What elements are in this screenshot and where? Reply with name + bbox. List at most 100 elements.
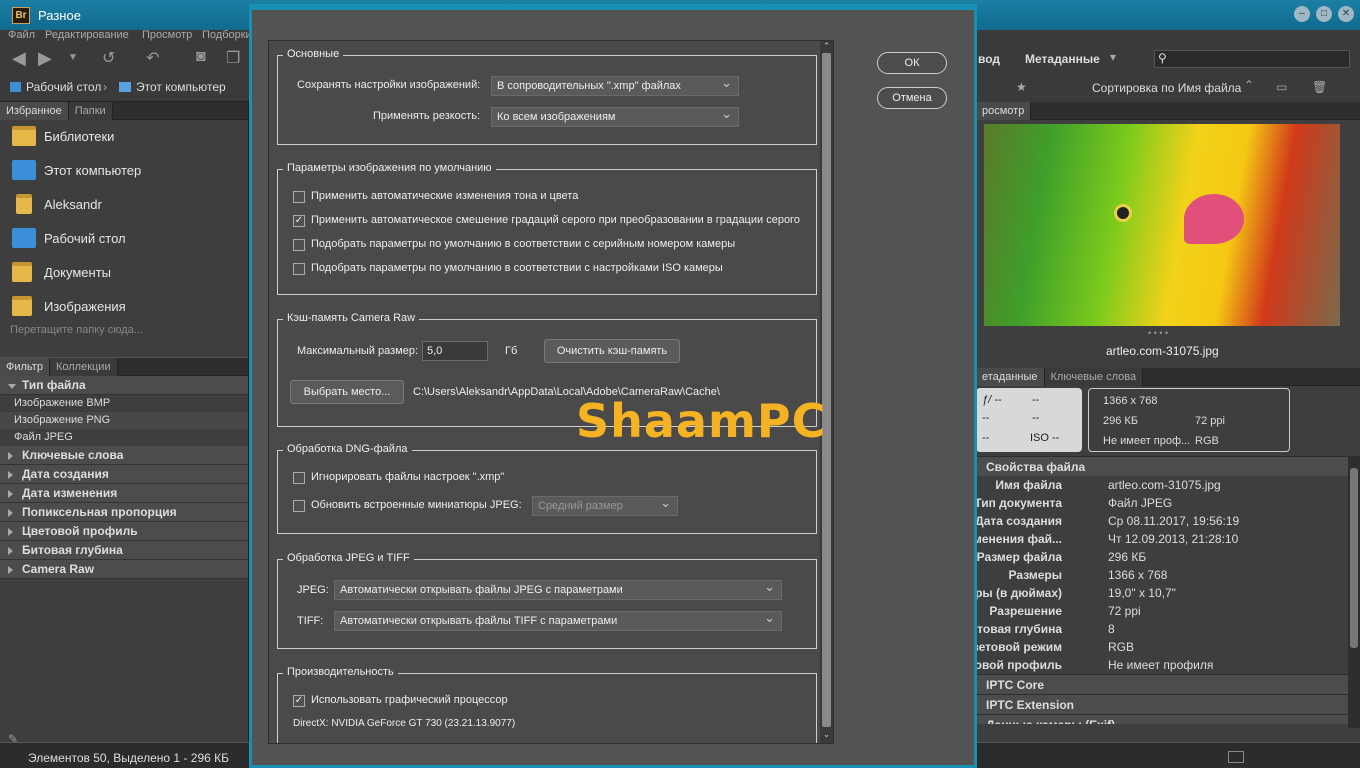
metadata-scrollbar[interactable] [1348, 456, 1360, 728]
boomerang-icon[interactable]: ↶ [146, 48, 159, 68]
trash-icon[interactable]: 🗑 [1312, 80, 1327, 94]
folder-open-icon[interactable]: ▭ [1276, 80, 1287, 94]
tab-keywords[interactable]: Ключевые слова [1044, 368, 1144, 386]
sort-label[interactable]: Сортировка по Имя файла [1092, 81, 1241, 95]
auto-grayscale-checkbox[interactable]: ✓ [293, 215, 305, 227]
sharpen-label: Применять резкость: [373, 110, 481, 122]
dialog-scrollbar[interactable]: ⌃ ⌄ [820, 41, 833, 743]
sort-direction-icon[interactable]: ⌃ [1244, 78, 1254, 92]
cancel-button[interactable]: Отмена [877, 87, 947, 109]
camera-icon[interactable]: ◙ [196, 48, 206, 66]
section-iptc-extension[interactable]: IPTC Extension [976, 694, 1348, 714]
jpeg-handling-select[interactable]: Автоматически открывать файлы JPEG с пар… [334, 578, 782, 600]
ignore-xmp-checkbox[interactable] [293, 472, 305, 484]
fav-pictures[interactable]: Изображения [0, 290, 248, 324]
ok-button[interactable]: ОК [877, 52, 947, 74]
preview-size-select[interactable]: Средний размер [532, 494, 678, 516]
filter-group[interactable]: Попиксельная пропорция [0, 503, 248, 522]
chevron-down-icon[interactable]: ▾ [1110, 50, 1116, 64]
close-icon[interactable]: ✕ [1338, 6, 1354, 22]
gpu-checkbox[interactable]: ✓ [293, 695, 305, 707]
max-size-input[interactable]: 5,0 [422, 341, 488, 361]
filter-group[interactable]: Camera Raw [0, 560, 248, 579]
recent-icon[interactable]: ↺ [102, 48, 115, 68]
sharpen-select[interactable]: Ко всем изображениям [491, 105, 739, 127]
path-desktop[interactable]: Рабочий стол [26, 80, 101, 94]
tab-collections[interactable]: Коллекции [49, 358, 118, 376]
grid-view-icon[interactable] [1228, 751, 1244, 763]
group-image-defaults: Параметры изображения по умолчанию Приме… [277, 162, 817, 295]
fav-label: Aleksandr [44, 197, 102, 212]
menu-edit[interactable]: Редактирование [45, 29, 129, 41]
filter-group[interactable]: Дата создания [0, 465, 248, 484]
tab-metadata[interactable]: етаданные [976, 368, 1045, 386]
fav-desktop[interactable]: Рабочий стол [0, 222, 248, 256]
preview-image[interactable] [984, 124, 1340, 326]
group-title: Обработка DNG-файла [283, 443, 412, 455]
star-icon[interactable]: ★ [1016, 80, 1027, 94]
menu-view[interactable]: Просмотр [142, 29, 192, 41]
minimize-icon[interactable]: – [1294, 6, 1310, 22]
update-previews-label: Обновить встроенные миниатюры JPEG: [311, 499, 522, 511]
fav-libraries[interactable]: Библиотеки [0, 120, 248, 154]
iso-defaults-checkbox[interactable] [293, 263, 305, 275]
serial-defaults-checkbox[interactable] [293, 239, 305, 251]
tab-preview[interactable]: росмотр [976, 102, 1032, 120]
forward-arrow-icon[interactable]: ▶ [38, 48, 52, 69]
group-title: Производительность [283, 666, 398, 678]
metadata-key: Дата создания [975, 514, 1062, 528]
workspace-label[interactable]: вод [978, 52, 1000, 66]
dialog-scroll-thumb[interactable] [822, 53, 831, 727]
fav-user[interactable]: Aleksandr [0, 188, 248, 222]
back-arrow-icon[interactable]: ◀ [12, 48, 26, 69]
directx-info: DirectX: NVIDIA GeForce GT 730 (23.21.13… [293, 718, 516, 729]
fav-label: Библиотеки [44, 129, 115, 144]
folder-icon [16, 194, 32, 214]
copy-icon[interactable]: ❐ [226, 48, 240, 68]
metadata-value: 296 КБ [1108, 550, 1147, 564]
maximize-icon[interactable]: □ [1316, 6, 1332, 22]
path-computer[interactable]: Этот компьютер [136, 80, 226, 94]
fav-documents[interactable]: Документы [0, 256, 248, 290]
filter-item[interactable]: Изображение PNG [0, 412, 248, 429]
properties-panel: Свойства файла Имя файла artleo.com-31075… [937, 456, 1348, 724]
panel-divider[interactable] [0, 344, 248, 358]
filter-group[interactable]: Ключевые слова [0, 446, 248, 465]
filter-group[interactable]: Дата изменения [0, 484, 248, 503]
filter-file-type[interactable]: Тип файла [0, 376, 248, 395]
preferences-scroll-pane: Основные Сохранять настройки изображений… [268, 40, 834, 744]
filter-item[interactable]: Изображение BMP [0, 395, 248, 412]
metadata-row: азмеры (в дюймах) 19,0" x 10,7" [947, 584, 1348, 602]
group-title: Обработка JPEG и TIFF [283, 552, 414, 564]
section-file-properties[interactable]: Свойства файла [976, 456, 1348, 476]
update-previews-checkbox[interactable] [293, 500, 305, 512]
aperture-value: ƒ/ -- [982, 394, 1002, 406]
chevron-down-icon[interactable]: ▼ [68, 52, 78, 63]
clear-cache-button[interactable]: Очистить кэш-память [544, 339, 680, 363]
tab-folders[interactable]: Папки [68, 102, 113, 120]
save-settings-select[interactable]: В сопроводительных ".xmp" файлах [491, 74, 739, 96]
workspace-metadata[interactable]: Метаданные [1025, 52, 1100, 66]
filter-group[interactable]: Битовая глубина [0, 541, 248, 560]
fav-label: Рабочий стол [44, 231, 126, 246]
computer-icon [119, 82, 131, 92]
filter-group[interactable]: Цветовой профиль [0, 522, 248, 541]
group-title: Основные [283, 48, 344, 60]
pin-icon[interactable]: ✎ [8, 732, 18, 746]
folder-icon [12, 262, 32, 282]
tiff-handling-select[interactable]: Автоматически открывать файлы TIFF с пар… [334, 609, 782, 631]
auto-tone-checkbox[interactable] [293, 191, 305, 203]
serial-defaults-label: Подобрать параметры по умолчанию в соотв… [311, 238, 736, 250]
tab-favorites[interactable]: Избранное [0, 102, 69, 120]
metadata-value: 1366 x 768 [1108, 568, 1168, 582]
menu-file[interactable]: Файл [8, 29, 35, 41]
shutter-value: -- [1032, 394, 1040, 406]
select-location-button[interactable]: Выбрать место... [290, 380, 404, 404]
menu-stacks[interactable]: Подборки [202, 29, 252, 41]
filter-item[interactable]: Файл JPEG [0, 429, 248, 446]
section-iptc-core[interactable]: IPTC Core [976, 674, 1348, 694]
tab-filter[interactable]: Фильтр [0, 358, 50, 376]
section-exif[interactable]: Данные камеры (Exif) [976, 714, 1348, 724]
fav-computer[interactable]: Этот компьютер [0, 154, 248, 188]
search-input[interactable] [1154, 50, 1350, 68]
